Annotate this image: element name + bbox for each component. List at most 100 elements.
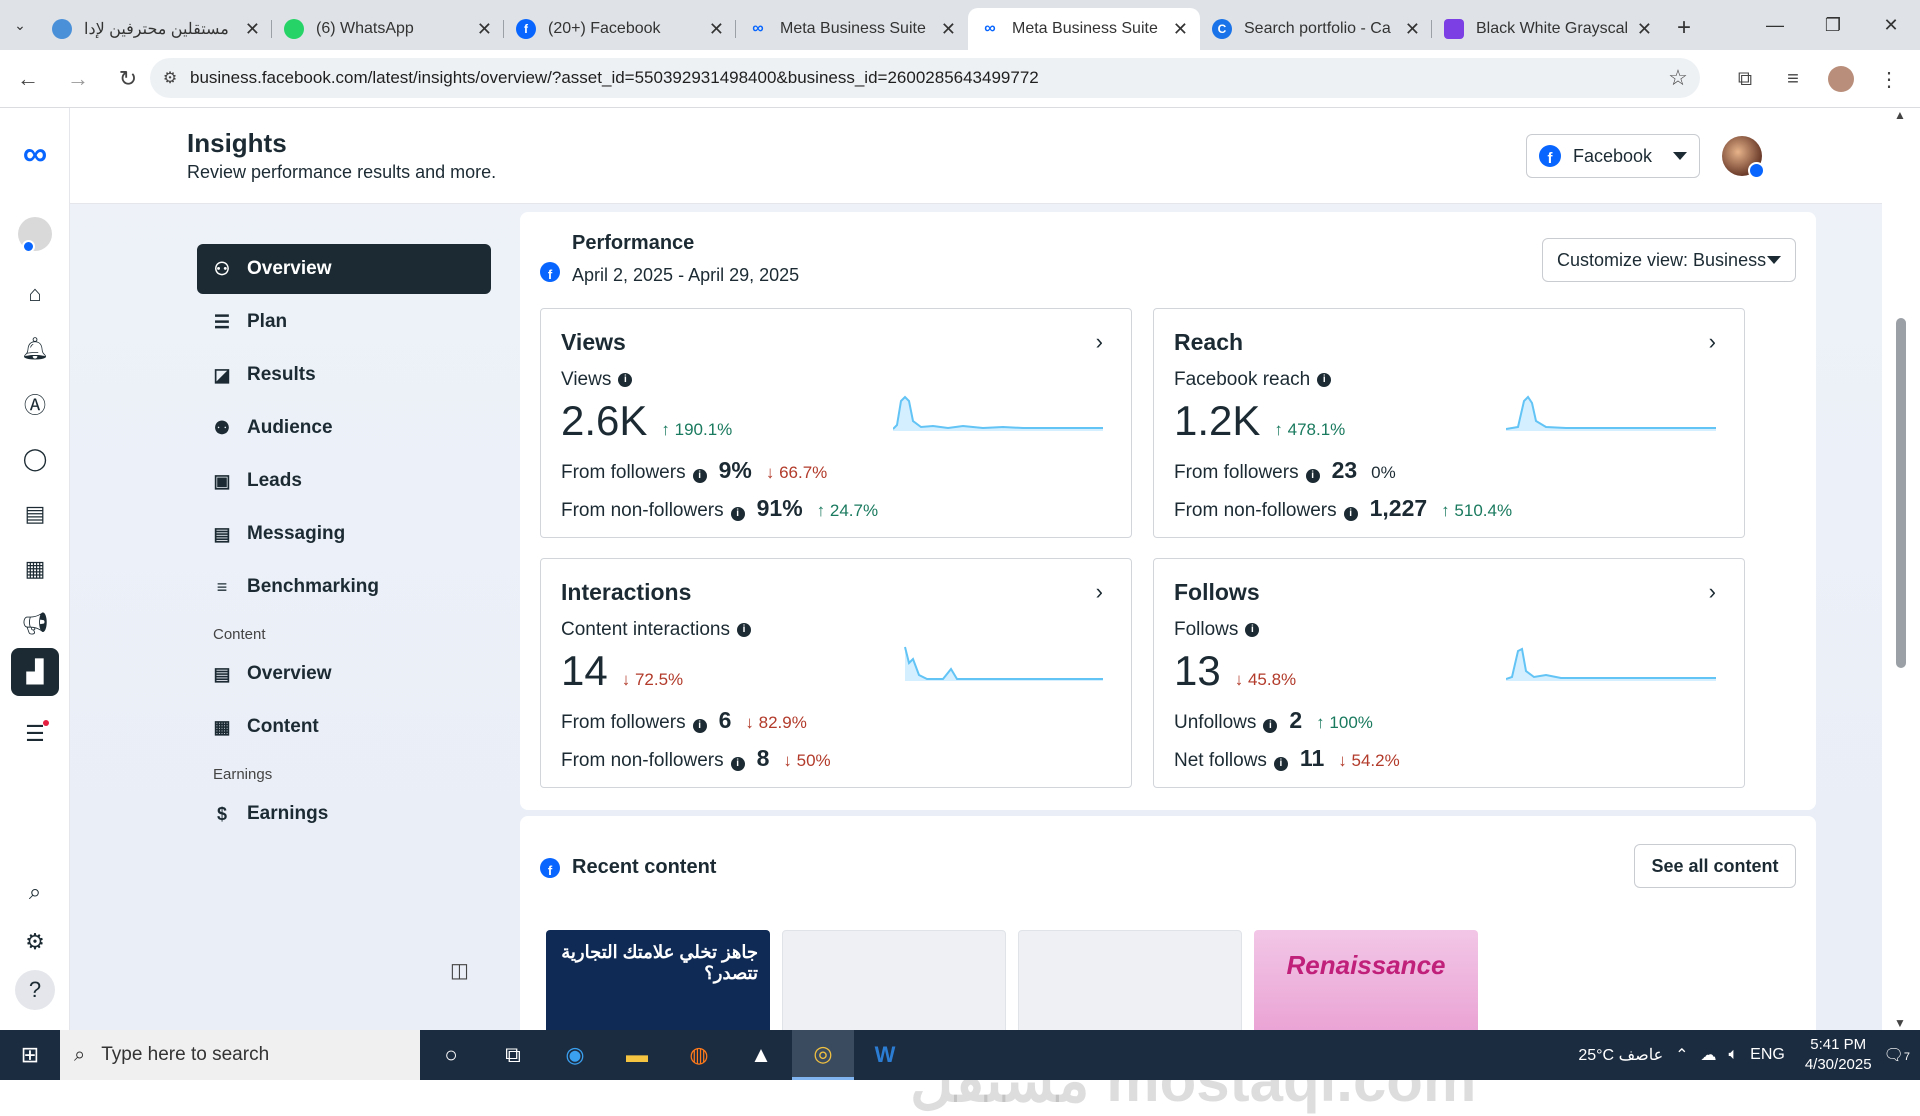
address-bar[interactable]: ⚙ business.facebook.com/latest/insights/… — [150, 58, 1700, 98]
content-thumbnail[interactable]: جاهز تخلي علامتك التجارية تتصدر؟ — [546, 930, 770, 1046]
collapse-sidebar-icon[interactable]: ◫ — [450, 958, 469, 983]
info-icon[interactable]: i — [1305, 469, 1320, 483]
close-icon[interactable]: ✕ — [709, 19, 724, 40]
customize-view-select[interactable]: Customize view: Business — [1542, 238, 1796, 282]
file-explorer-icon[interactable]: ▬ — [606, 1030, 668, 1080]
search-icon[interactable]: ⌕ — [11, 868, 59, 916]
close-icon[interactable]: ✕ — [477, 19, 492, 40]
firefox-icon[interactable]: ◍ — [668, 1030, 730, 1080]
restore-icon[interactable]: ❐ — [1804, 0, 1862, 50]
close-icon[interactable]: ✕ — [245, 19, 260, 40]
browser-tab[interactable]: (6) WhatsApp ✕ — [272, 8, 504, 50]
close-icon[interactable]: ✕ — [941, 19, 956, 40]
language-indicator[interactable]: ENG — [1750, 1046, 1785, 1064]
interactions-metric-card[interactable]: Interactions › Content interactions i 14 ↓… — [540, 558, 1132, 788]
content-thumbnail[interactable] — [1018, 930, 1242, 1046]
browser-tab[interactable]: مستقلين محترفين لإدا ✕ — [40, 8, 272, 50]
megaphone-icon[interactable]: 📢︎ — [11, 600, 59, 648]
back-icon[interactable]: ← — [6, 57, 50, 101]
windows-start-icon[interactable]: ⊞ — [0, 1030, 60, 1080]
bookmark-star-icon[interactable]: ☆ — [1656, 65, 1700, 91]
scroll-down-icon[interactable]: ▼ — [1894, 1016, 1906, 1030]
tab-search-icon[interactable]: ⌄ — [0, 5, 40, 45]
photos-icon[interactable]: ▲ — [730, 1030, 792, 1080]
profile-avatar[interactable] — [1828, 66, 1854, 92]
word-icon[interactable]: W — [854, 1030, 916, 1080]
info-icon[interactable]: i — [692, 719, 707, 733]
info-icon[interactable]: i — [692, 469, 707, 483]
sidebar-item-content[interactable]: ▦ Content — [197, 702, 491, 752]
content-thumbnail[interactable]: Renaissance — [1254, 930, 1478, 1046]
chevron-right-icon[interactable]: › — [1096, 329, 1103, 355]
chevron-up-icon[interactable]: ⌃ — [1675, 1045, 1688, 1065]
account-avatar[interactable] — [1722, 136, 1765, 179]
reach-metric-card[interactable]: Reach › Facebook reach i 1.2K ↑ 478.1% Fro… — [1153, 308, 1745, 538]
content-thumbnail[interactable] — [782, 930, 1006, 1046]
sidebar-item-earnings[interactable]: $ Earnings — [197, 789, 491, 839]
posts-icon[interactable]: ▤ — [11, 490, 59, 538]
weather-text[interactable]: 25°C عاصف — [1578, 1045, 1663, 1065]
scrollbar-thumb[interactable] — [1896, 318, 1906, 668]
browser-tab-active[interactable]: ∞ Meta Business Suite ✕ — [968, 8, 1200, 50]
chat-icon[interactable]: ◯ — [11, 435, 59, 483]
close-icon[interactable]: ✕ — [1173, 19, 1188, 40]
info-icon[interactable]: i — [1343, 507, 1358, 521]
info-icon[interactable]: i — [1263, 719, 1278, 733]
sidebar-item-benchmarking[interactable]: ≡ Benchmarking — [197, 562, 491, 612]
sidebar-item-audience[interactable]: ⚉ Audience — [197, 403, 491, 453]
follows-metric-card[interactable]: Follows › Follows i 13 ↓ 45.8% Unfollows i 2… — [1153, 558, 1745, 788]
url-text[interactable]: business.facebook.com/latest/insights/ov… — [190, 68, 1656, 88]
notifications-icon[interactable]: 🗨︎7 — [1884, 1045, 1910, 1065]
compass-icon[interactable]: Ⓐ — [11, 380, 59, 428]
info-icon[interactable]: i — [1317, 373, 1332, 387]
see-all-content-button[interactable]: See all content — [1634, 844, 1796, 888]
minimize-icon[interactable]: — — [1746, 0, 1804, 50]
platform-select[interactable]: f Facebook — [1526, 134, 1700, 178]
info-icon[interactable]: i — [730, 757, 745, 771]
page-avatar[interactable] — [11, 210, 59, 258]
sidebar-item-messaging[interactable]: ▤ Messaging — [197, 509, 491, 559]
insights-icon[interactable]: ▟ — [11, 648, 59, 696]
info-icon[interactable]: i — [730, 507, 745, 521]
browser-tab[interactable]: f (20+) Facebook ✕ — [504, 8, 736, 50]
chevron-right-icon[interactable]: › — [1709, 579, 1716, 605]
meta-logo-icon[interactable]: ∞ — [11, 130, 59, 178]
edge-icon[interactable]: ◉ — [544, 1030, 606, 1080]
calendar-icon[interactable]: ▦ — [11, 545, 59, 593]
views-metric-card[interactable]: Views › Views i 2.6K ↑ 190.1% From followe… — [540, 308, 1132, 538]
info-icon[interactable]: i — [1245, 623, 1260, 637]
sidebar-item-content-overview[interactable]: ▤ Overview — [197, 649, 491, 699]
sidebar-item-overview[interactable]: ⚇ Overview — [197, 244, 491, 294]
sidebar-item-plan[interactable]: ☰ Plan — [197, 297, 491, 347]
browser-menu-icon[interactable]: ⋮ — [1868, 58, 1910, 100]
forward-icon[interactable]: → — [56, 57, 100, 101]
bell-icon[interactable]: 🔔︎ — [11, 325, 59, 373]
browser-tab[interactable]: C Search portfolio - Ca ✕ — [1200, 8, 1432, 50]
chrome-icon[interactable]: ◎ — [792, 1030, 854, 1080]
help-icon[interactable]: ? — [15, 970, 55, 1010]
sidebar-item-leads[interactable]: ▣ Leads — [197, 456, 491, 506]
clock[interactable]: 5:41 PM 4/30/2025 — [1805, 1035, 1872, 1075]
close-window-icon[interactable]: ✕ — [1862, 0, 1920, 50]
info-icon[interactable]: i — [737, 623, 751, 637]
media-control-icon[interactable]: ≡ — [1772, 58, 1814, 100]
cortana-icon[interactable]: ○ — [420, 1030, 482, 1080]
chevron-right-icon[interactable]: › — [1096, 579, 1103, 605]
reload-icon[interactable]: ↻ — [106, 57, 150, 101]
task-view-icon[interactable]: ⧉ — [482, 1030, 544, 1080]
browser-tab[interactable]: Black White Grayscal ✕ — [1432, 8, 1664, 50]
new-tab-button[interactable]: + — [1664, 8, 1704, 48]
volume-icon[interactable]: 🔈︎ — [1729, 1046, 1739, 1064]
home-icon[interactable]: ⌂ — [11, 270, 59, 318]
extensions-icon[interactable]: ⧉ — [1724, 58, 1766, 100]
info-icon[interactable]: i — [618, 373, 633, 387]
chevron-right-icon[interactable]: › — [1709, 329, 1716, 355]
sidebar-item-results[interactable]: ◪ Results — [197, 350, 491, 400]
info-icon[interactable]: i — [1273, 757, 1288, 771]
site-settings-icon[interactable]: ⚙ — [150, 68, 190, 88]
gear-icon[interactable]: ⚙ — [11, 918, 59, 966]
close-icon[interactable]: ✕ — [1637, 19, 1652, 40]
browser-tab[interactable]: ∞ Meta Business Suite ✕ — [736, 8, 968, 50]
network-icon[interactable]: ☁ — [1701, 1045, 1717, 1065]
taskbar-search[interactable]: ⌕ Type here to search — [60, 1030, 420, 1080]
